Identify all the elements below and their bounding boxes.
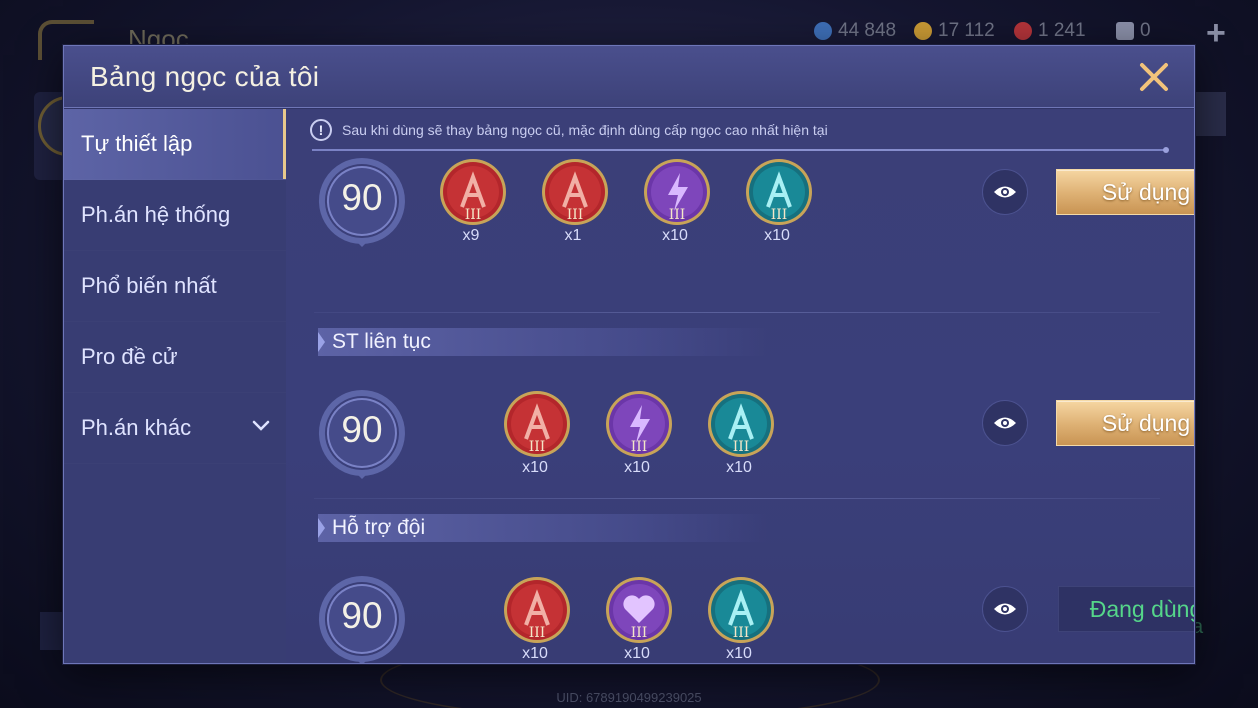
diamond-icon [814, 22, 832, 40]
preview-eye-icon[interactable] [982, 400, 1028, 446]
rune-page-row: 90 III x10 III x10 [286, 389, 1194, 489]
divider [312, 147, 1169, 153]
gem-count: x10 [624, 459, 650, 476]
svg-text:III: III [567, 207, 584, 223]
sidebar-item-label: Pro đề cử [81, 344, 178, 369]
sidebar-item-label: Phổ biến nhất [81, 273, 217, 298]
gem-count: x1 [564, 227, 582, 244]
sidebar-item-other[interactable]: Ph.án khác [64, 393, 286, 464]
svg-text:III: III [631, 439, 648, 455]
gem-red[interactable]: III x10 [500, 389, 574, 481]
currency-diamond: 44 848 [814, 20, 896, 42]
gem-purple-heart[interactable]: III x10 [602, 575, 676, 663]
rune-page-row: 90 III x10 III x10 [286, 575, 1194, 663]
gem-purple-lightning[interactable]: III x10 [602, 389, 676, 481]
sidebar: Tự thiết lập Ph.án hệ thống Phổ biến nhấ… [64, 109, 286, 663]
in-use-button[interactable]: Đang dùng [1058, 586, 1194, 632]
rune-page-row: 90 III x9 III x1 III x10 III x10 Sử dụng [286, 158, 1194, 265]
gem-count: x10 [662, 227, 688, 244]
modal-header: Bảng ngọc của tôi [64, 46, 1194, 108]
info-icon: ! [310, 119, 332, 141]
notice-text: Sau khi dùng sẽ thay bảng ngọc cũ, mặc đ… [342, 122, 828, 138]
gem-count: x9 [462, 227, 480, 244]
level-number: 90 [341, 409, 383, 450]
svg-text:III: III [631, 625, 648, 641]
rune-page-modal: Bảng ngọc của tôi Tự thiết lập Ph.án hệ … [63, 45, 1195, 664]
sidebar-item-popular[interactable]: Phổ biến nhất [64, 251, 286, 322]
currency-ticket: 0 [1116, 20, 1151, 42]
preview-eye-icon[interactable] [982, 586, 1028, 632]
level-number: 90 [341, 177, 383, 218]
close-icon[interactable] [1136, 59, 1172, 95]
rune-page-title: Hỗ trợ đội [318, 514, 768, 542]
gem-red[interactable]: III x1 [538, 157, 612, 249]
gem-count: x10 [624, 645, 650, 662]
gem-count: x10 [726, 459, 752, 476]
level-number: 90 [341, 595, 383, 636]
currency-ruby: 1 241 [1014, 20, 1086, 42]
divider [314, 312, 1160, 313]
svg-text:III: III [529, 439, 546, 455]
svg-text:III: III [733, 625, 750, 641]
sidebar-item-system[interactable]: Ph.án hệ thống [64, 180, 286, 251]
gem-count: x10 [726, 645, 752, 662]
sidebar-item-custom[interactable]: Tự thiết lập [64, 109, 286, 180]
ruby-icon [1014, 22, 1032, 40]
svg-text:III: III [669, 207, 686, 223]
rune-page-title: ST liên tục [318, 328, 768, 356]
currency-gold: 17 112 [914, 20, 995, 42]
gem-teal[interactable]: III x10 [742, 157, 816, 249]
use-button[interactable]: Sử dụng [1056, 400, 1194, 446]
gold-coin-icon [914, 22, 932, 40]
gem-red[interactable]: III x9 [436, 157, 510, 249]
gem-teal[interactable]: III x10 [704, 389, 778, 481]
gem-purple-lightning[interactable]: III x10 [640, 157, 714, 249]
gem-count: x10 [764, 227, 790, 244]
gem-count: x10 [522, 459, 548, 476]
sidebar-item-label: Tự thiết lập [81, 131, 193, 156]
preview-eye-icon[interactable] [982, 169, 1028, 215]
gem-count: x10 [522, 645, 548, 662]
use-button[interactable]: Sử dụng [1056, 169, 1194, 215]
background-decoration [1194, 92, 1226, 136]
sidebar-item-label: Ph.án hệ thống [81, 202, 231, 227]
gem-teal[interactable]: III x10 [704, 575, 778, 663]
svg-text:III: III [771, 207, 788, 223]
add-currency-icon[interactable]: + [1206, 14, 1226, 53]
modal-title: Bảng ngọc của tôi [90, 61, 320, 92]
gem-red[interactable]: III x10 [500, 575, 574, 663]
svg-text:III: III [529, 625, 546, 641]
svg-text:III: III [733, 439, 750, 455]
svg-text:III: III [465, 207, 482, 223]
user-id: UID: 6789190499239025 [556, 690, 702, 705]
chevron-down-icon [252, 420, 270, 431]
sidebar-item-label: Ph.án khác [81, 415, 192, 440]
divider [314, 498, 1160, 499]
ticket-icon [1116, 22, 1134, 40]
rune-page-list[interactable]: ! Sau khi dùng sẽ thay bảng ngọc cũ, mặc… [286, 109, 1194, 663]
notice: ! Sau khi dùng sẽ thay bảng ngọc cũ, mặc… [310, 119, 828, 141]
sidebar-item-pro[interactable]: Pro đề cử [64, 322, 286, 393]
